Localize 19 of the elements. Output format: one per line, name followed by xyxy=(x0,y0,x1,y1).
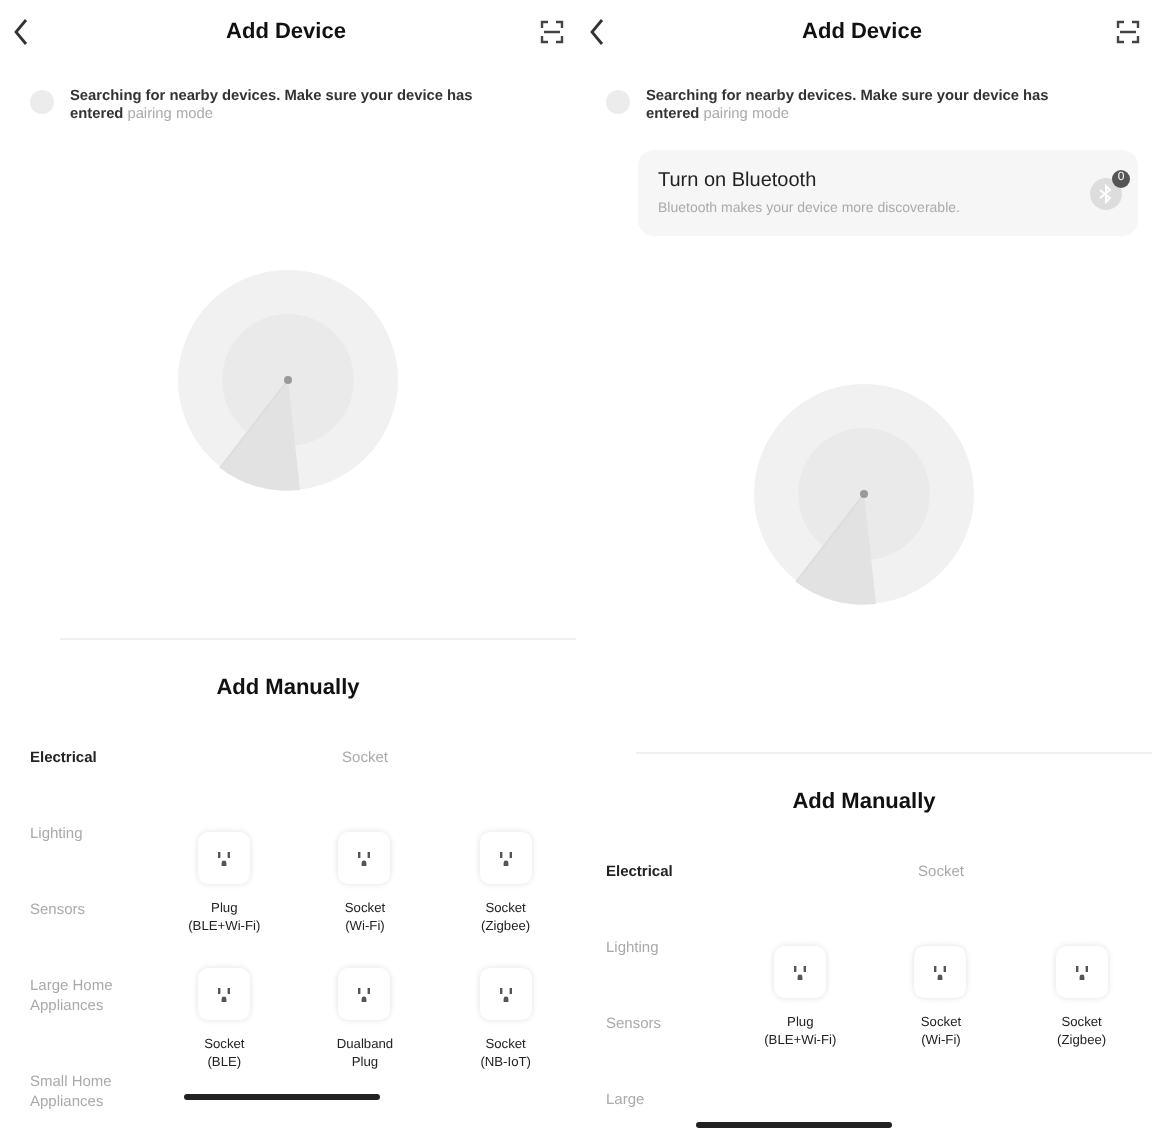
socket-tile[interactable] xyxy=(338,832,391,884)
screen-title: Add Device xyxy=(802,20,922,44)
socket-tile[interactable] xyxy=(774,946,827,998)
scan-icon[interactable] xyxy=(539,20,564,44)
back-icon[interactable] xyxy=(12,18,32,46)
scan-icon[interactable] xyxy=(1115,20,1140,44)
bluetooth-icon xyxy=(1098,183,1114,203)
socket-tile[interactable] xyxy=(198,832,251,884)
socket-tile[interactable] xyxy=(479,832,532,884)
socket-tile[interactable] xyxy=(198,968,251,1020)
section-title: Add Manually xyxy=(790,790,938,814)
section-title: Add Manually xyxy=(214,676,362,700)
screen-title: Add Device xyxy=(226,20,346,44)
socket-tile[interactable] xyxy=(338,968,391,1020)
back-icon[interactable] xyxy=(588,18,608,46)
card-title: Turn on Bluetooth xyxy=(658,170,819,192)
socket-tile[interactable] xyxy=(914,946,967,998)
socket-tile[interactable] xyxy=(1055,946,1108,998)
socket-tile[interactable] xyxy=(479,968,532,1020)
